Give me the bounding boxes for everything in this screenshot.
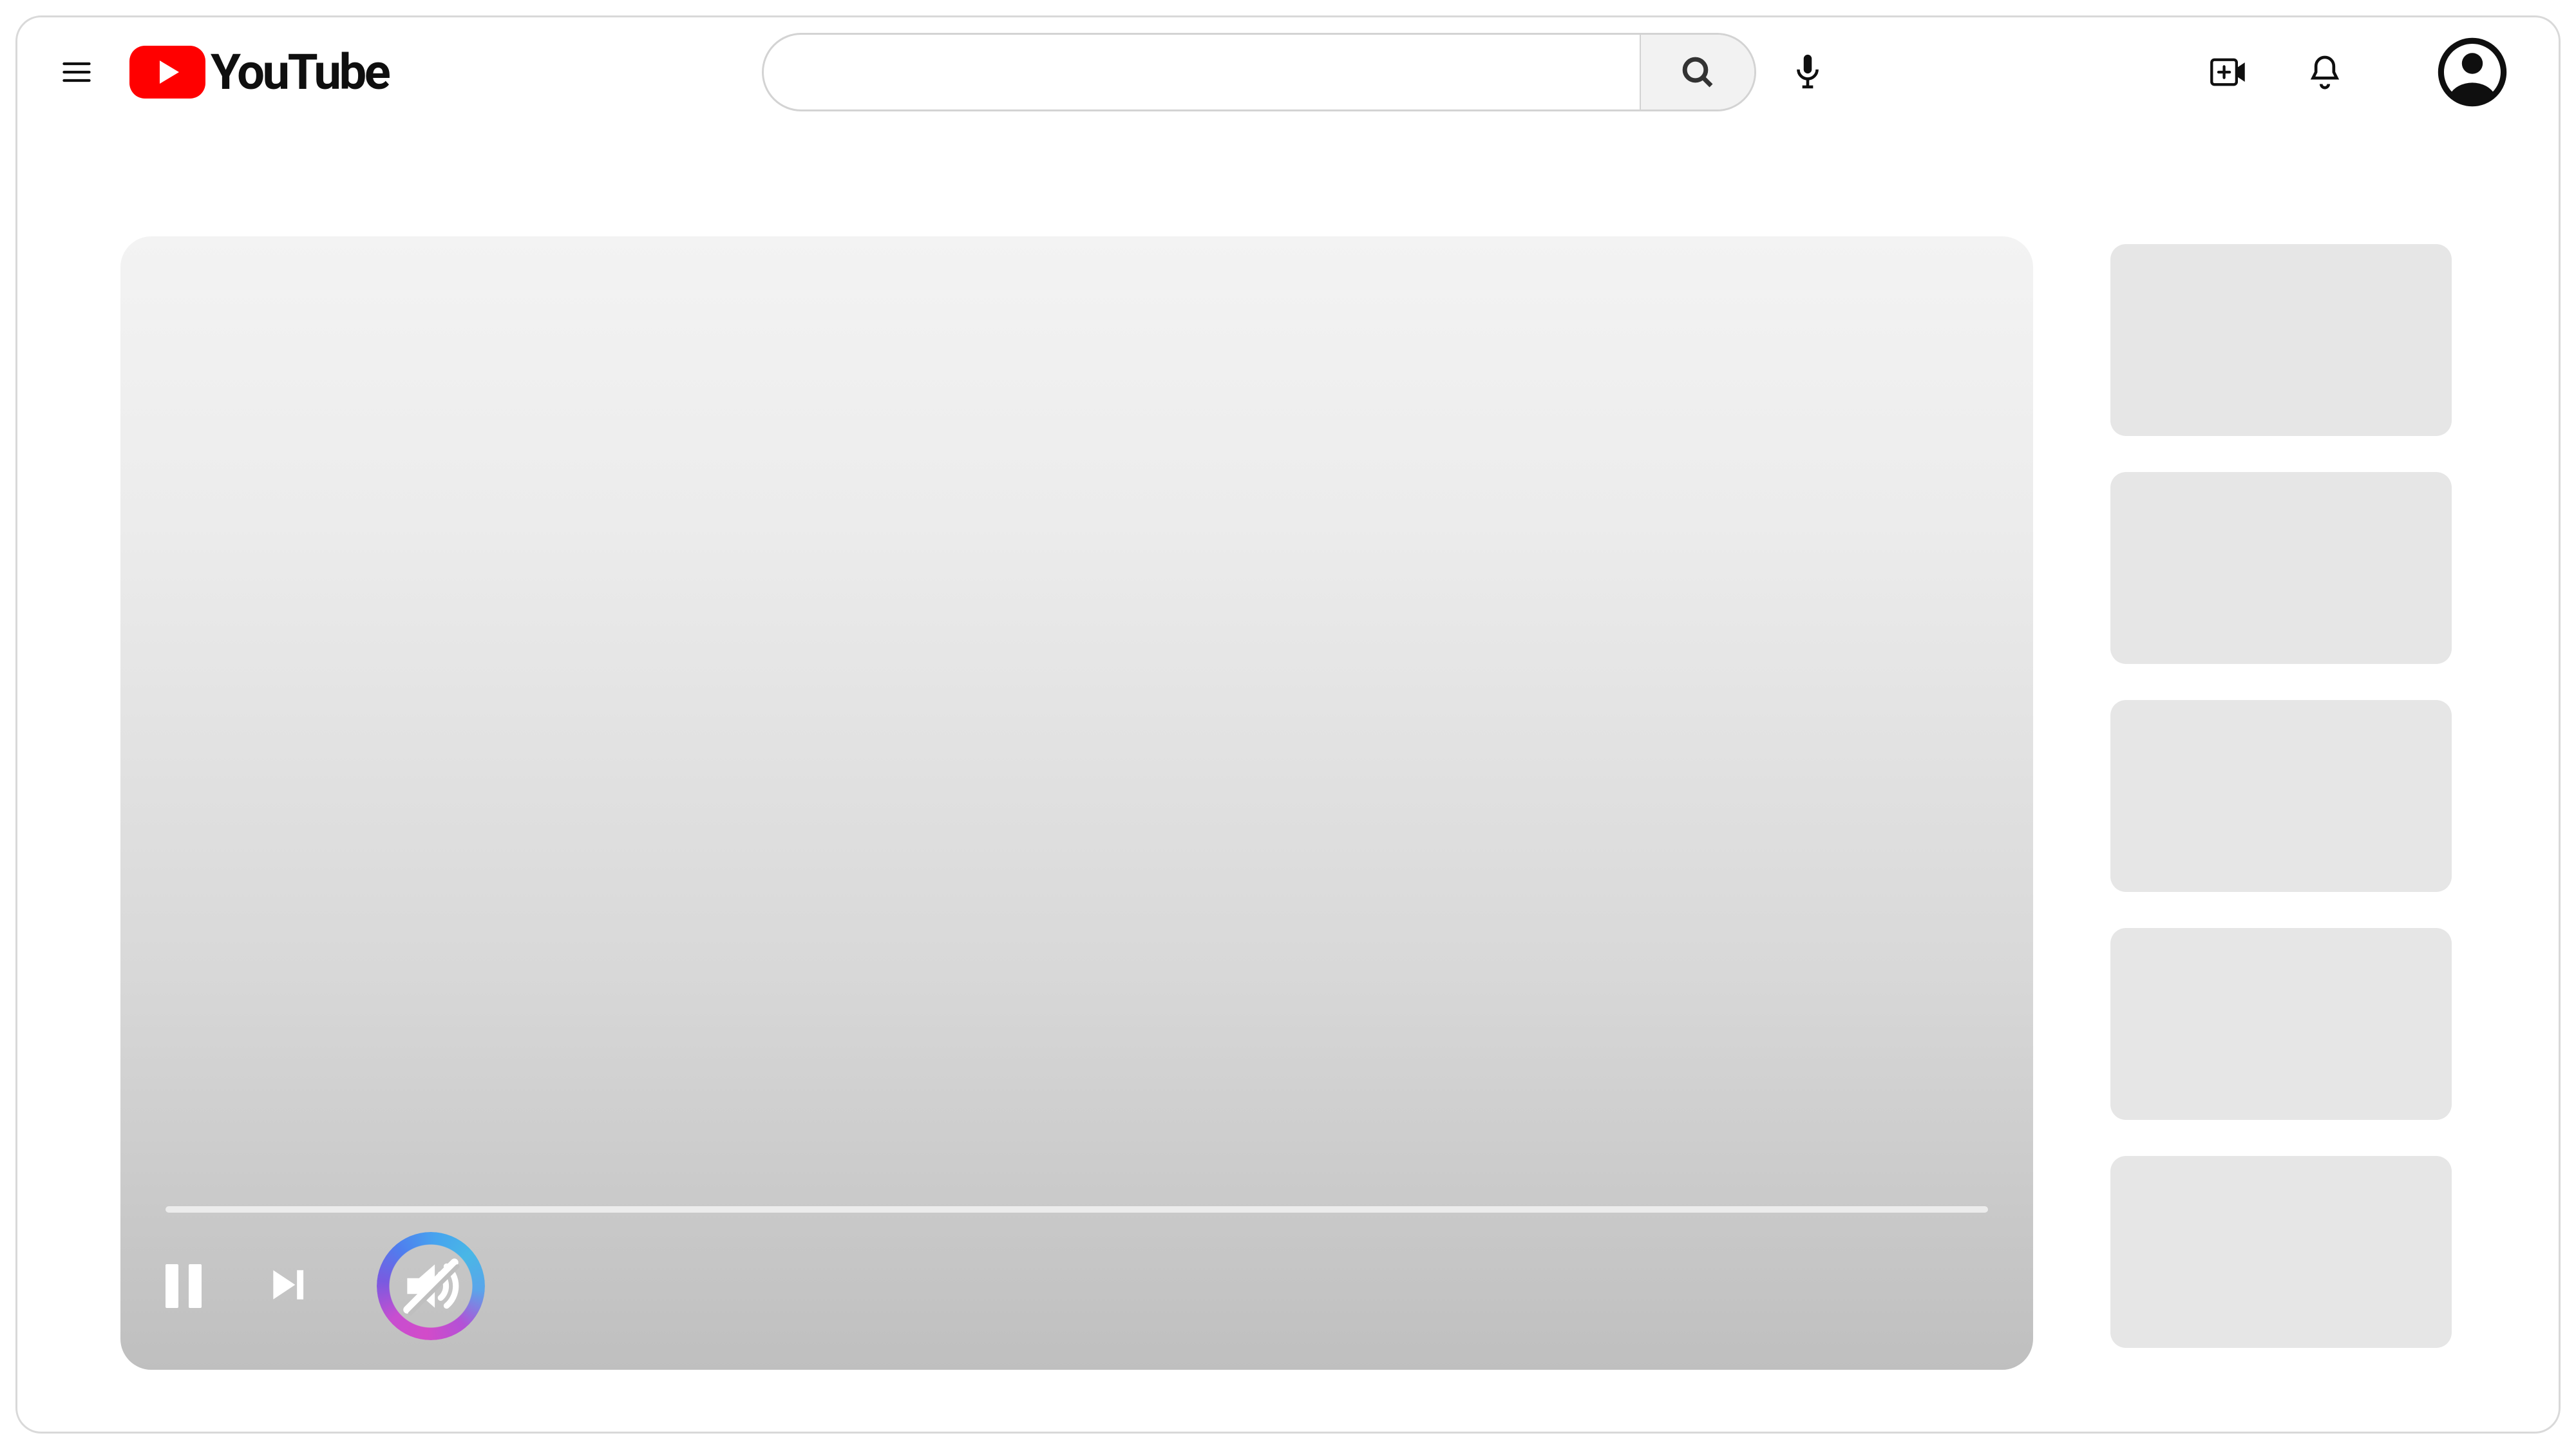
bell-icon: [2306, 53, 2344, 91]
create-video-icon: [2209, 53, 2248, 91]
volume-muted-icon: [381, 1236, 481, 1336]
search-icon: [1680, 54, 1716, 90]
search-input[interactable]: [764, 35, 1640, 109]
next-button[interactable]: [266, 1263, 310, 1309]
header-actions: [2206, 37, 2507, 107]
account-avatar-icon: [2438, 37, 2507, 107]
video-player[interactable]: [120, 236, 2033, 1370]
account-button[interactable]: [2438, 37, 2507, 107]
hamburger-icon: [60, 55, 93, 89]
youtube-logo-mark-icon: [129, 46, 205, 99]
recommended-thumbnail[interactable]: [2110, 472, 2452, 664]
app-window: YouTube: [15, 15, 2561, 1434]
recommended-thumbnail[interactable]: [2110, 928, 2452, 1120]
microphone-icon: [1792, 53, 1824, 91]
recommended-thumbnail[interactable]: [2110, 1156, 2452, 1348]
create-button[interactable]: [2206, 50, 2251, 95]
main-content: [17, 236, 2559, 1370]
search-container: [762, 33, 1833, 111]
search-button[interactable]: [1640, 35, 1754, 109]
search-box: [762, 33, 1756, 111]
recommendations-sidebar: [2110, 244, 2452, 1370]
youtube-logo-text: YouTube: [211, 43, 388, 101]
menu-button[interactable]: [56, 52, 97, 93]
notifications-button[interactable]: [2302, 50, 2347, 95]
player-controls: [120, 1228, 2033, 1370]
recommended-thumbnail[interactable]: [2110, 700, 2452, 892]
pause-icon: [166, 1264, 202, 1308]
next-track-icon: [266, 1263, 310, 1309]
voice-search-button[interactable]: [1782, 46, 1833, 98]
play-pause-button[interactable]: [166, 1264, 202, 1308]
header-bar: YouTube: [17, 17, 2559, 127]
progress-bar[interactable]: [166, 1206, 1988, 1213]
mute-button[interactable]: [381, 1236, 481, 1336]
youtube-logo[interactable]: YouTube: [129, 43, 388, 101]
recommended-thumbnail[interactable]: [2110, 244, 2452, 436]
